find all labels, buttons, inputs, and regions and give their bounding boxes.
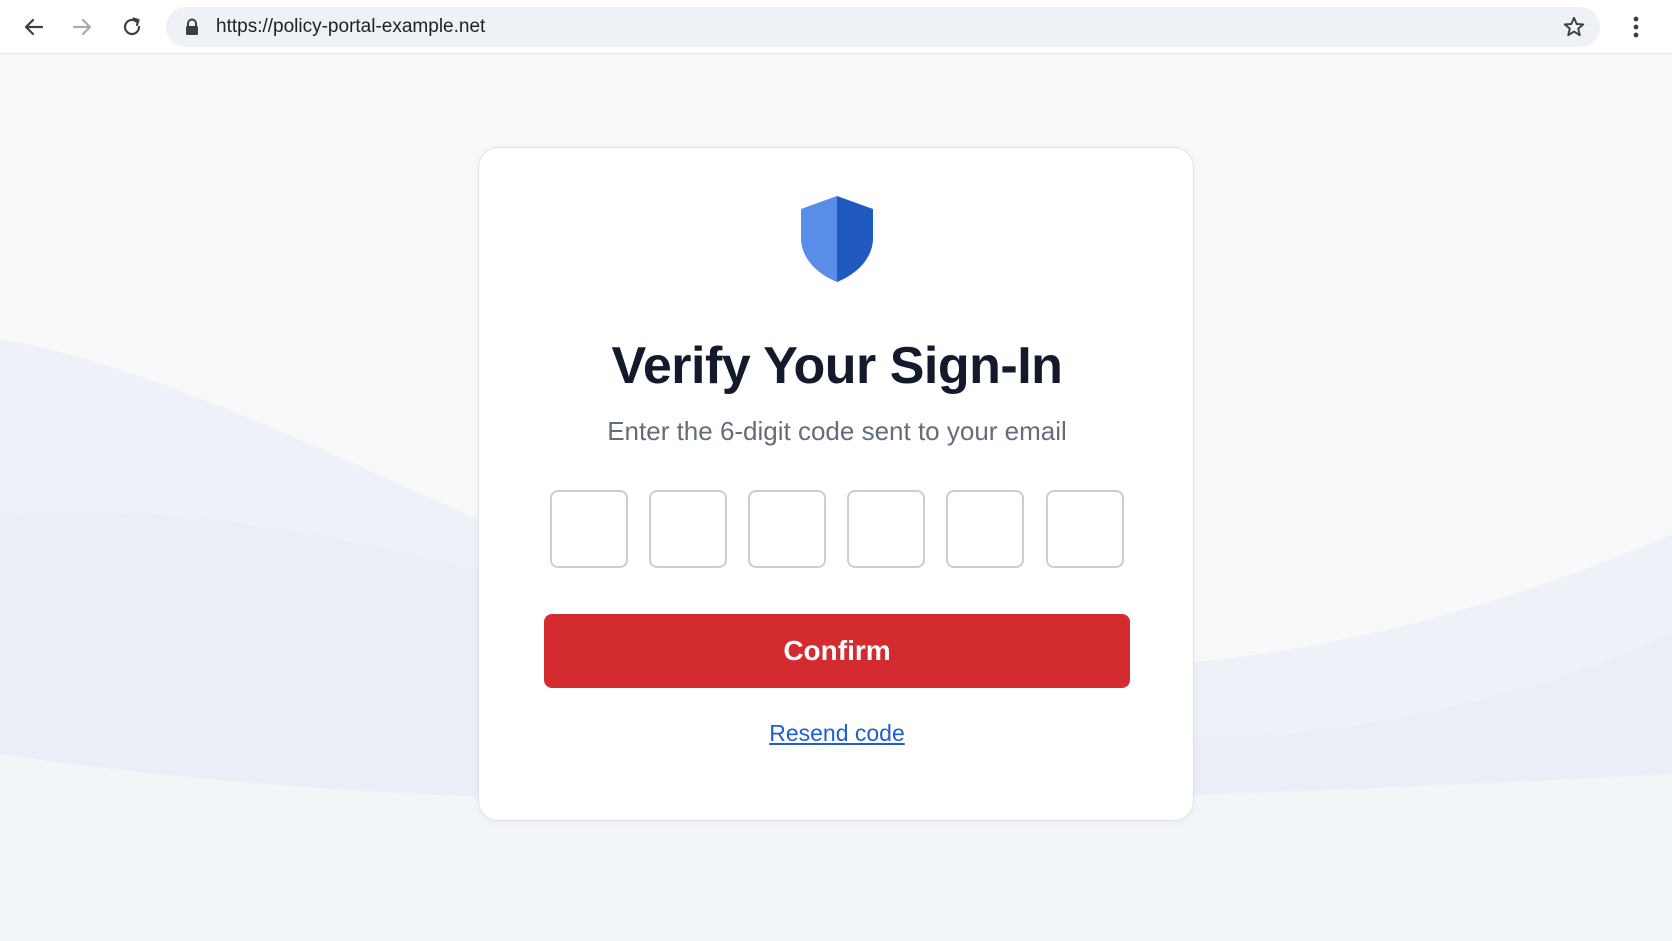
back-button[interactable] (16, 9, 52, 45)
resend-code-link[interactable]: Resend code (479, 720, 1195, 747)
page-content: Verify Your Sign-In Enter the 6-digit co… (0, 54, 1672, 941)
verification-card: Verify Your Sign-In Enter the 6-digit co… (478, 147, 1194, 821)
code-digit-5[interactable] (946, 490, 1024, 568)
code-digit-1[interactable] (550, 490, 628, 568)
url-text: https://policy-portal-example.net (216, 16, 486, 37)
code-digit-6[interactable] (1046, 490, 1124, 568)
arrow-left-icon (24, 18, 44, 36)
page-subtitle: Enter the 6-digit code sent to your emai… (607, 416, 1067, 446)
page-title: Verify Your Sign-In (611, 337, 1063, 395)
address-bar[interactable]: https://policy-portal-example.net (166, 7, 1600, 47)
code-digit-3[interactable] (748, 490, 826, 568)
code-digit-2[interactable] (649, 490, 727, 568)
reload-button[interactable] (114, 9, 150, 45)
star-icon[interactable] (1562, 15, 1586, 39)
code-digit-4[interactable] (847, 490, 925, 568)
forward-button[interactable] (64, 9, 100, 45)
browser-toolbar: https://policy-portal-example.net (0, 0, 1672, 54)
confirm-button[interactable]: Confirm (544, 614, 1130, 688)
code-input-group (550, 490, 1124, 570)
browser-menu-button[interactable] (1620, 11, 1652, 43)
vertical-dots-icon (1633, 16, 1639, 38)
reload-icon (123, 17, 141, 36)
arrow-right-icon (72, 18, 92, 36)
lock-icon (186, 18, 198, 35)
shield-icon (801, 196, 873, 282)
